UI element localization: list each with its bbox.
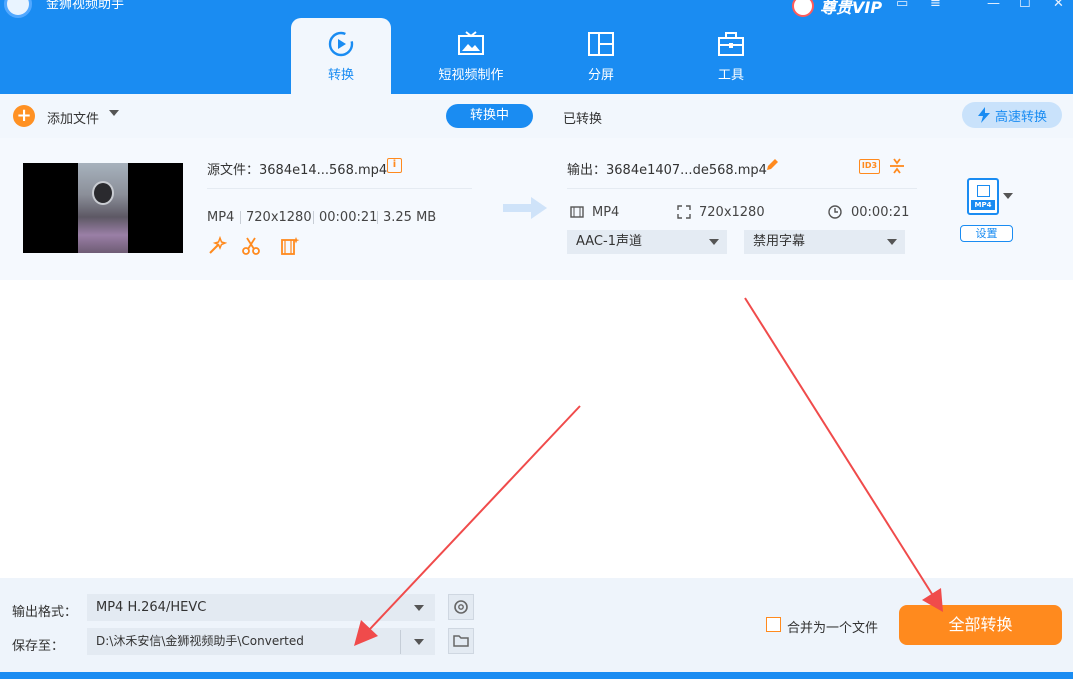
tab-convert[interactable]: 转换	[291, 18, 391, 94]
source-format: MP4	[207, 210, 235, 225]
feedback-icon[interactable]: ▭	[896, 0, 908, 11]
tab-label: 分屏	[587, 68, 614, 83]
add-file-button[interactable]: 添加文件	[47, 108, 99, 127]
merge-checkbox[interactable]	[766, 617, 781, 632]
tab-converted[interactable]: 已转换	[563, 108, 602, 127]
add-file-icon[interactable]: +	[13, 105, 35, 127]
edit-name-icon[interactable]	[765, 158, 779, 172]
clock-icon	[828, 205, 842, 219]
tab-label: 工具	[717, 68, 744, 83]
vip-label: 尊贵VIP	[820, 0, 883, 17]
close-button[interactable]: ✕	[1053, 0, 1064, 11]
chevron-down-icon	[709, 239, 719, 245]
subtitle-value: 禁用字幕	[753, 234, 806, 249]
source-resolution: 720x1280	[246, 210, 312, 225]
app-logo-icon	[4, 0, 32, 18]
divider	[240, 211, 241, 224]
magic-wand-icon[interactable]	[207, 236, 227, 256]
chevron-down-icon[interactable]	[414, 605, 424, 611]
bottom-strip	[0, 672, 1073, 679]
app-header: 金狮视频助手 尊贵VIP ▭ ≡ — ☐ ✕ 转换 短视频制作 分屏 工具	[0, 0, 1073, 94]
app-title: 金狮视频助手	[46, 0, 125, 12]
resolution-icon	[677, 205, 691, 219]
info-icon[interactable]: i	[387, 158, 402, 173]
maximize-button[interactable]: ☐	[1019, 0, 1031, 11]
save-path-input[interactable]: D:\沐禾安信\金狮视频助手\Converted	[87, 628, 435, 655]
output-duration: 00:00:21	[851, 205, 910, 220]
open-folder-button[interactable]	[448, 628, 474, 654]
folder-icon	[453, 635, 469, 647]
fast-convert-label: 高速转换	[994, 109, 1047, 125]
format-dropdown-icon[interactable]	[1003, 193, 1013, 199]
minimize-button[interactable]: —	[987, 0, 1000, 11]
film-icon	[977, 185, 990, 197]
divider	[377, 211, 378, 224]
id3-tag-icon[interactable]: ID3	[859, 159, 880, 174]
short-video-icon	[458, 31, 484, 55]
output-resolution: 720x1280	[699, 205, 765, 220]
source-duration: 00:00:21	[319, 210, 378, 225]
divider	[207, 188, 472, 189]
tab-label: 转换	[327, 68, 354, 83]
tab-label: 短视频制作	[438, 68, 504, 83]
split-screen-icon	[588, 32, 614, 56]
convert-icon	[328, 31, 354, 57]
output-format-select[interactable]: MP4 H.264/HEVC	[87, 594, 435, 621]
thumbnail-frame	[78, 163, 128, 253]
tab-converting[interactable]: 转换中	[446, 104, 533, 128]
annotation-arrow-convert-all	[744, 297, 933, 595]
tab-split-screen[interactable]: 分屏	[551, 18, 651, 94]
audio-track-select[interactable]: AAC-1声道	[567, 230, 727, 254]
thumbnail-subject	[92, 181, 114, 205]
compress-icon[interactable]	[889, 158, 905, 174]
divider	[313, 211, 314, 224]
scissors-icon[interactable]	[241, 236, 261, 256]
add-file-dropdown-icon[interactable]	[109, 110, 119, 116]
fast-convert-button[interactable]: 高速转换	[962, 102, 1062, 128]
footer-bar: 输出格式： MP4 H.264/HEVC 保存至： D:\沐禾安信\金狮视频助手…	[0, 578, 1073, 672]
convert-arrow-icon	[503, 197, 547, 219]
subtitle-select[interactable]: 禁用字幕	[744, 230, 905, 254]
format-settings-button[interactable]	[448, 594, 474, 620]
output-format-label: 输出格式：	[12, 605, 78, 620]
tab-tools[interactable]: 工具	[681, 18, 781, 94]
output-file-name: 输出：3684e1407...de568.mp4	[567, 163, 767, 178]
toolbar: + 添加文件 转换中 已转换 高速转换	[0, 94, 1073, 138]
output-format: MP4	[592, 205, 620, 220]
save-to-label: 保存至：	[12, 639, 65, 654]
settings-button[interactable]: 设置	[960, 225, 1013, 242]
video-thumbnail[interactable]	[23, 163, 183, 253]
lightning-icon	[977, 107, 990, 123]
save-path-value: D:\沐禾安信\金狮视频助手\Converted	[96, 634, 304, 648]
chevron-down-icon[interactable]	[414, 639, 424, 645]
film-icon	[570, 206, 584, 218]
audio-track-value: AAC-1声道	[576, 234, 642, 249]
video-enhance-icon[interactable]	[280, 236, 300, 256]
menu-icon[interactable]: ≡	[930, 0, 941, 11]
toolbox-icon	[718, 32, 744, 56]
output-format-button[interactable]: MP4	[967, 178, 999, 215]
chevron-down-icon	[887, 239, 897, 245]
gear-icon	[454, 600, 468, 614]
divider	[567, 188, 917, 189]
source-size: 3.25 MB	[383, 210, 437, 225]
source-file-name: 源文件：3684e14...568.mp4	[207, 163, 388, 178]
format-tag: MP4	[971, 200, 995, 210]
file-list-item[interactable]: 源文件：3684e14...568.mp4 i MP4 720x1280 00:…	[0, 138, 1073, 280]
vip-heart-icon	[792, 0, 814, 17]
merge-label: 合并为一个文件	[787, 621, 879, 636]
output-format-value: MP4 H.264/HEVC	[96, 600, 207, 615]
tab-short-video[interactable]: 短视频制作	[421, 18, 521, 94]
convert-all-button[interactable]: 全部转换	[899, 605, 1062, 645]
divider	[400, 630, 401, 654]
vip-badge[interactable]: 尊贵VIP	[792, 0, 882, 18]
